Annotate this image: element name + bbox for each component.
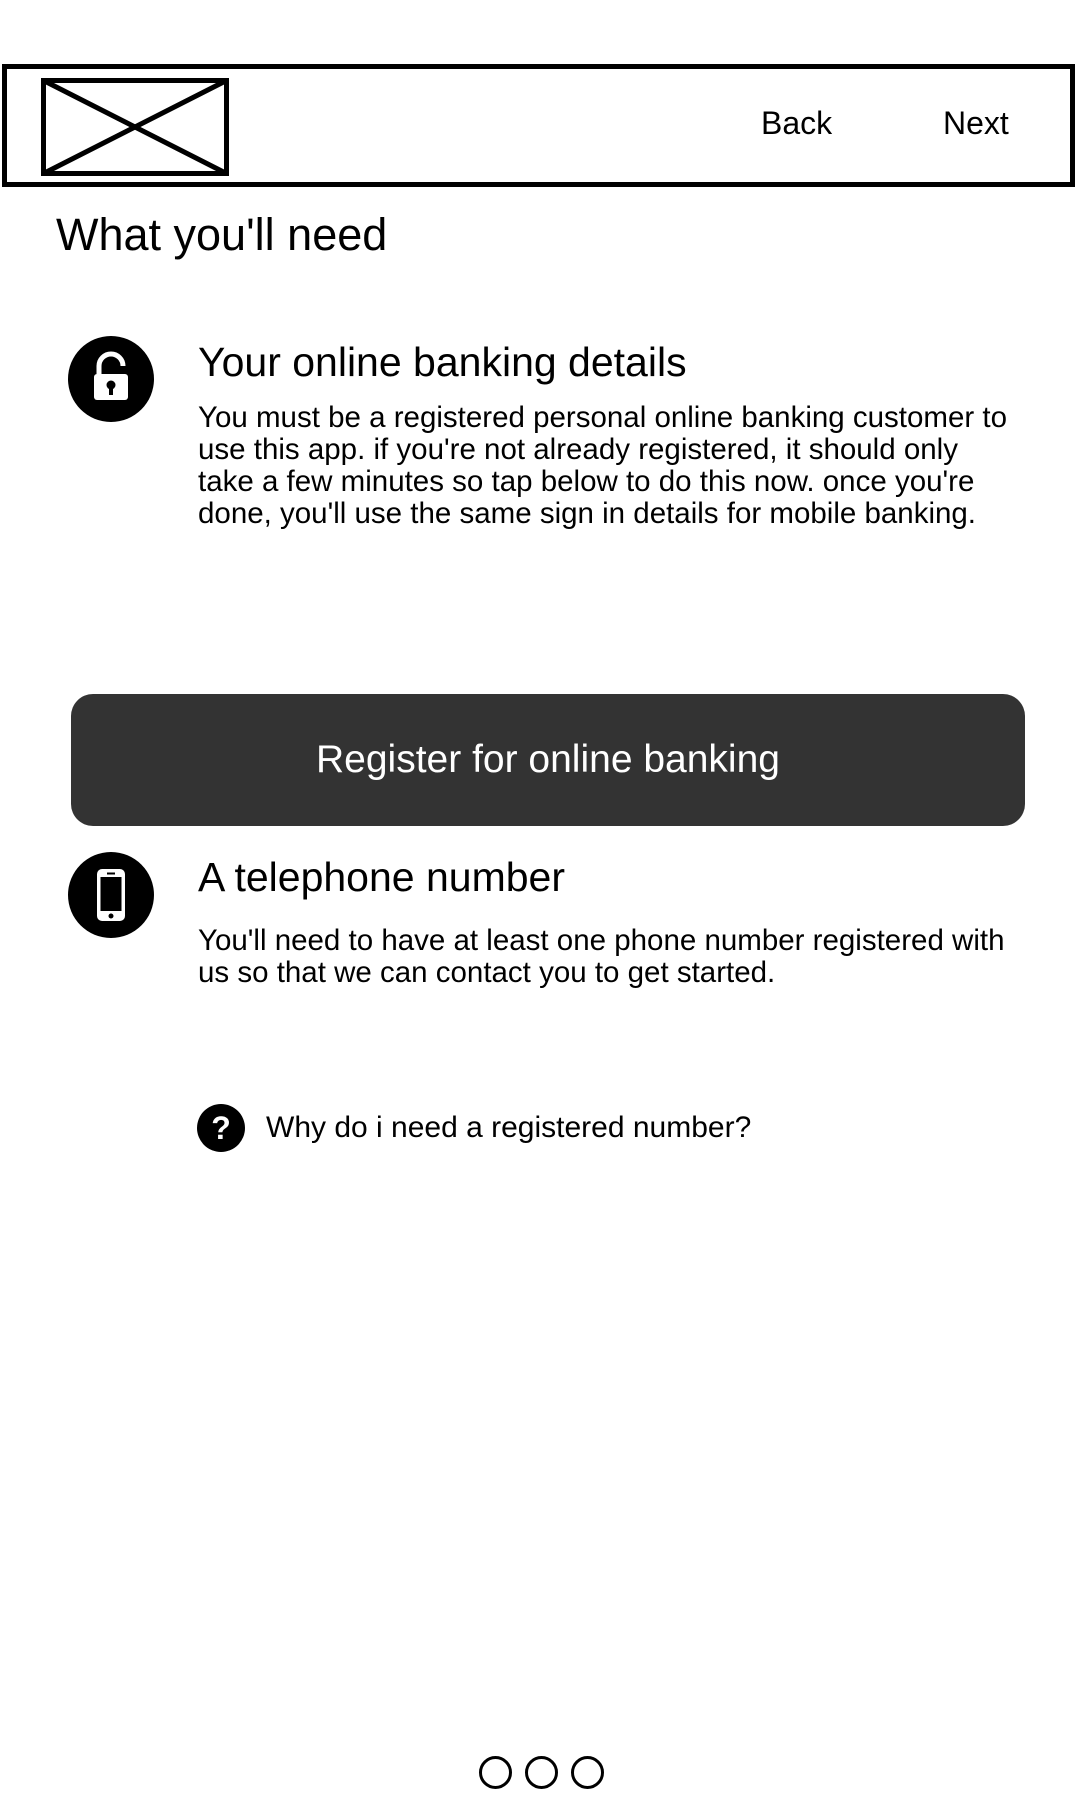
section-body-telephone: You'll need to have at least one phone n… <box>198 924 1005 989</box>
why-registered-number-link[interactable]: ? Why do i need a registered number? <box>197 1104 751 1152</box>
section-heading-online-banking: Your online banking details <box>198 339 687 385</box>
page-dot-3[interactable] <box>571 1756 604 1789</box>
back-button[interactable]: Back <box>761 105 832 142</box>
page-title: What you'll need <box>56 209 388 260</box>
lock-icon <box>68 336 154 422</box>
smartphone-icon <box>68 852 154 938</box>
header-bar: Back Next <box>2 64 1075 187</box>
image-placeholder-icon <box>41 78 229 176</box>
question-icon: ? <box>197 1104 245 1152</box>
help-link-label: Why do i need a registered number? <box>266 1111 752 1144</box>
section-heading-telephone: A telephone number <box>198 854 565 900</box>
register-online-banking-button[interactable]: Register for online banking <box>71 694 1025 826</box>
page-dot-1[interactable] <box>479 1756 512 1789</box>
page-dot-2[interactable] <box>525 1756 558 1789</box>
page-indicator <box>479 1756 604 1789</box>
section-body-online-banking: You must be a registered personal online… <box>198 401 1008 530</box>
next-button[interactable]: Next <box>943 105 1009 142</box>
